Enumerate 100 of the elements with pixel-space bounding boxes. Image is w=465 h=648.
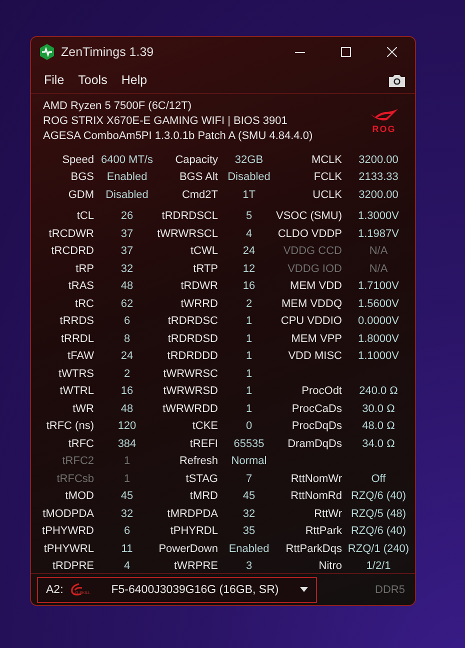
timing-value: Enabled xyxy=(228,542,270,555)
timing-label: tWRRD xyxy=(180,298,218,310)
camera-icon[interactable] xyxy=(389,74,405,86)
timing-value: 62 xyxy=(120,298,134,310)
timing-label: VDDG IOD xyxy=(288,262,342,275)
timing-value: 37 xyxy=(120,228,134,240)
timing-label: RttNomRd xyxy=(290,490,342,502)
timing-label: tRC xyxy=(75,298,94,310)
timing-value: 120 xyxy=(118,420,136,432)
timing-value: 45 xyxy=(242,490,256,502)
timing-value: 4 xyxy=(124,560,130,572)
timing-label: tMRD xyxy=(190,490,218,502)
timing-value: 1 xyxy=(246,368,252,380)
window-title: ZenTimings 1.39 xyxy=(61,45,155,59)
menu-item[interactable]: File xyxy=(37,73,72,87)
timing-label: tRDRDSD xyxy=(168,332,218,345)
timing-label: tMODPDA xyxy=(42,508,94,520)
timing-label: RttWr xyxy=(314,508,342,520)
timing-value: 1 xyxy=(246,332,252,345)
timing-value: 6 xyxy=(124,525,130,538)
menu-item[interactable]: Tools xyxy=(71,73,114,87)
timing-label: tWR xyxy=(72,402,94,415)
timing-label: tRCDWR xyxy=(48,228,94,240)
timing-value: RZQ/6 (40) xyxy=(350,525,406,538)
timing-label: VDDG CCD xyxy=(283,245,342,258)
timing-label: ProcCaDs xyxy=(292,402,342,415)
timing-label: tWRPRE xyxy=(174,560,218,572)
timing-value: 1 xyxy=(246,315,252,328)
system-info-text: AMD Ryzen 5 7500F (6C/12T) xyxy=(43,99,193,113)
app-icon xyxy=(39,44,55,60)
timing-value: 3200.00 xyxy=(358,188,398,201)
timing-value: RZQ/1 (240) xyxy=(348,542,410,555)
timing-label: CLDO VDDP xyxy=(278,228,342,240)
timing-label: tPHYRDL xyxy=(170,525,218,538)
timing-label: tRAS xyxy=(68,280,94,292)
timing-value: 4 xyxy=(246,228,252,240)
timing-value: Off xyxy=(371,472,386,485)
timing-value: RZQ/6 (40) xyxy=(350,490,406,502)
timing-value: 2 xyxy=(124,368,130,380)
timing-label: tRFC (ns) xyxy=(46,420,94,432)
system-info-text: AGESA ComboAm5PI 1.3.0.1b Patch A (SMU 4.84.4.0) xyxy=(43,129,314,143)
timing-label: tCWL xyxy=(190,245,218,258)
timing-value: 1.1987V xyxy=(358,228,399,240)
timing-label: tMRDPDA xyxy=(167,508,218,520)
timing-value: 45 xyxy=(120,490,134,502)
timing-value: N/A xyxy=(369,262,388,275)
timing-value: 5 xyxy=(246,210,252,222)
timing-label: Capacity xyxy=(175,154,218,166)
timing-label: GDM xyxy=(68,188,94,201)
timing-value: Disabled xyxy=(106,188,148,201)
timing-label: DramDqDs xyxy=(288,438,342,450)
timing-label: tWTRS xyxy=(58,368,94,380)
timing-label: tCKE xyxy=(192,420,218,432)
timing-value: 3 xyxy=(246,560,252,572)
timing-label: Nitro xyxy=(318,560,342,572)
timing-label: Refresh xyxy=(179,455,218,468)
timing-label: tRFC xyxy=(68,438,94,450)
timing-label: VDD MISC xyxy=(288,350,342,362)
timing-value: 30.0 Ω xyxy=(362,402,395,415)
timing-label: tRDPRE xyxy=(52,560,94,572)
timing-label: tREFI xyxy=(190,438,218,450)
timing-value: 2133.33 xyxy=(358,171,398,184)
timing-value: 0 xyxy=(246,420,252,432)
timing-label: tMOD xyxy=(65,490,94,502)
timing-value: 1.5600V xyxy=(358,298,399,310)
timing-value: 34.0 Ω xyxy=(362,438,395,450)
timing-label: RttNomWr xyxy=(290,472,342,485)
memory-type-text: DDR5 xyxy=(375,584,405,596)
timing-value: Enabled xyxy=(106,171,148,184)
timing-label: BGS xyxy=(70,171,94,184)
timing-value: 7 xyxy=(246,472,252,485)
timing-value: 24 xyxy=(242,245,256,258)
timing-label: FCLK xyxy=(314,171,342,184)
rog-logo: ROG xyxy=(369,108,399,134)
timing-label: CPU VDDIO xyxy=(280,315,342,328)
close-icon xyxy=(387,47,397,57)
timing-value: 16 xyxy=(242,280,256,292)
timing-value: 1 xyxy=(124,472,130,485)
timing-label: tCL xyxy=(76,210,94,222)
timing-label: tRCDRD xyxy=(51,245,94,258)
caret-icon xyxy=(300,587,308,592)
timing-label: tWRWRDD xyxy=(162,402,218,415)
menu-item[interactable]: Help xyxy=(114,73,154,87)
timing-value: 12 xyxy=(242,262,256,275)
timing-value: 35 xyxy=(242,525,256,538)
timing-label: tWRWRSC xyxy=(163,368,218,380)
timing-label: tRDRDSC xyxy=(168,315,218,328)
timing-label: Cmd2T xyxy=(182,188,218,201)
timing-value: 1 xyxy=(246,402,252,415)
timing-label: PowerDown xyxy=(158,542,218,555)
timing-value: N/A xyxy=(369,245,388,258)
timing-value: 1/2/1 xyxy=(366,560,391,572)
timing-value: 1.8000V xyxy=(358,332,399,345)
timing-label: MEM VDD xyxy=(290,280,342,292)
timing-value: 240.0 Ω xyxy=(359,385,398,398)
timing-label: tPHYWRL xyxy=(44,542,94,555)
timing-value: 6400 MT/s xyxy=(101,154,153,166)
timing-label: tRFC2 xyxy=(62,455,94,468)
timing-value: 32 xyxy=(242,508,256,520)
timing-value: 1.3000V xyxy=(358,210,399,222)
